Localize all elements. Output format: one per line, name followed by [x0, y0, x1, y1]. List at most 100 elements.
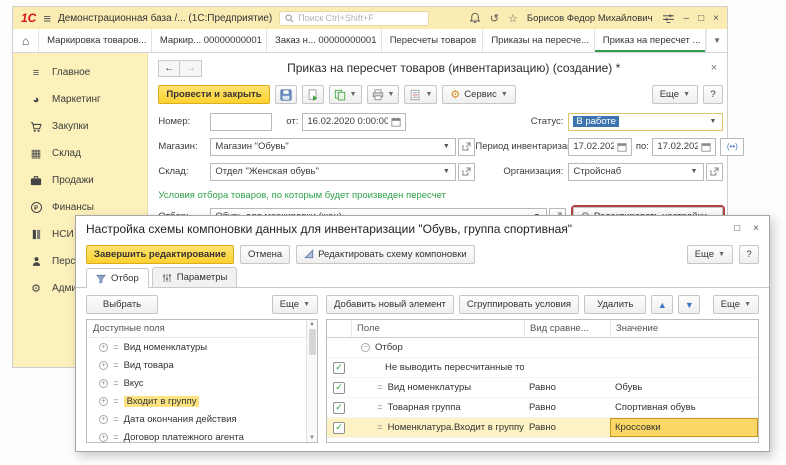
choose-field-button[interactable]: Выбрать: [86, 295, 158, 314]
expand-icon[interactable]: +: [99, 361, 108, 370]
maximize-icon[interactable]: □: [698, 13, 704, 24]
doc-date-field[interactable]: 16.02.2020 0:00:00: [302, 113, 406, 131]
expand-icon[interactable]: +: [99, 379, 108, 388]
chevron-down-icon[interactable]: ▼: [441, 168, 451, 175]
calendar-icon[interactable]: [701, 142, 711, 152]
minimize-icon[interactable]: –: [684, 13, 690, 24]
checkbox-column-header[interactable]: [327, 320, 351, 337]
home-tab[interactable]: ⌂: [13, 29, 39, 52]
condition-value-selected[interactable]: Кроссовки: [610, 418, 758, 437]
period-from-field[interactable]: 17.02.2020: [568, 138, 632, 156]
tree-scrollbar[interactable]: ▲ ▼: [306, 320, 317, 442]
scroll-up-icon[interactable]: ▲: [309, 321, 315, 327]
comparison-column-header[interactable]: Вид сравне...: [524, 320, 610, 337]
tab-prikaz-active[interactable]: Приказ на пересчет ...×: [595, 29, 706, 52]
tree-item-dogovor[interactable]: +=Договор платежного агента: [87, 428, 317, 443]
tab-pereschety[interactable]: Пересчеты товаров×: [382, 29, 484, 52]
table-row-selected[interactable]: ✓ =Номенклатура.Входит в группу Равно Кр…: [327, 418, 758, 438]
number-field[interactable]: [210, 113, 272, 131]
scroll-down-icon[interactable]: ▼: [309, 435, 315, 441]
current-user[interactable]: Борисов Федор Михайлович: [527, 13, 653, 24]
tree-item-vid-tovara[interactable]: +=Вид товара: [87, 356, 317, 374]
sidebar-item-sklad[interactable]: ▦Склад: [13, 140, 147, 167]
dialog-maximize-icon[interactable]: □: [734, 223, 740, 234]
tree-item-vid-nomenklatury[interactable]: +=Вид номенклатуры: [87, 338, 317, 356]
service-menu-button[interactable]: ⚙Сервис▼: [442, 85, 515, 104]
post-and-close-button[interactable]: Провести и закрыть: [158, 85, 269, 104]
value-column-header[interactable]: Значение: [610, 320, 758, 337]
checkbox-checked[interactable]: ✓: [333, 362, 345, 374]
dialog-help-button[interactable]: ?: [739, 245, 759, 264]
tree-item-vhodit-v-gruppu[interactable]: +=Входит в группу: [87, 392, 317, 410]
expand-icon[interactable]: +: [99, 415, 108, 424]
checkbox-checked[interactable]: ✓: [333, 402, 345, 414]
tab-prikazy[interactable]: Приказы на пересче...×: [483, 29, 594, 52]
sidebar-item-marketing[interactable]: ◕Маркетинг: [13, 86, 147, 113]
add-element-button[interactable]: Добавить новый элемент: [326, 295, 454, 314]
tree-item-data-okonchaniya[interactable]: +=Дата окончания действия: [87, 410, 317, 428]
post-document-button[interactable]: [302, 85, 324, 104]
report-button[interactable]: ▼: [404, 85, 437, 104]
store-field[interactable]: Магазин "Обувь" ▼: [210, 138, 456, 156]
store-open-button[interactable]: [458, 138, 475, 156]
sidebar-item-glavnoe[interactable]: ≡Главное: [13, 59, 147, 86]
copy-button[interactable]: ▼: [329, 85, 362, 104]
favorites-star-icon[interactable]: ☆: [508, 12, 518, 25]
expand-icon[interactable]: +: [99, 433, 108, 442]
checkbox-checked[interactable]: ✓: [333, 422, 345, 434]
tab-zakaz[interactable]: Заказ н... 00000000001×: [267, 29, 382, 52]
print-button[interactable]: ▼: [367, 85, 400, 104]
right-more-button[interactable]: Еще▼: [713, 295, 759, 314]
move-down-button[interactable]: ▼: [678, 295, 700, 314]
document-close-icon[interactable]: ×: [705, 62, 723, 74]
collapse-icon[interactable]: −: [361, 343, 370, 352]
table-row[interactable]: ✓ =Товарная группа Равно Спортивная обув…: [327, 398, 758, 418]
history-icon[interactable]: ↺: [490, 12, 499, 25]
tabs-overflow-button[interactable]: ▼: [706, 29, 727, 52]
help-button[interactable]: ?: [703, 85, 723, 104]
group-conditions-button[interactable]: Сгруппировать условия: [459, 295, 579, 314]
tab-otbor[interactable]: Отбор: [86, 268, 149, 288]
cancel-button[interactable]: Отмена: [240, 245, 290, 264]
checkbox-checked[interactable]: ✓: [333, 382, 345, 394]
dialog-close-icon[interactable]: ×: [753, 223, 759, 234]
back-button[interactable]: ←: [158, 60, 180, 77]
field-column-header[interactable]: Поле: [351, 320, 524, 337]
delete-button[interactable]: Удалить: [584, 295, 646, 314]
chevron-down-icon[interactable]: ▼: [689, 168, 699, 175]
tab-markir-doc[interactable]: Маркир... 00000000001×: [152, 29, 267, 52]
save-button[interactable]: [275, 85, 297, 104]
user-settings-icon[interactable]: [662, 14, 675, 23]
more-button[interactable]: Еще▼: [652, 85, 698, 104]
chevron-down-icon[interactable]: ▼: [441, 143, 451, 150]
global-search-input[interactable]: Поиск Ctrl+Shift+F: [279, 11, 429, 26]
move-up-button[interactable]: ▲: [651, 295, 673, 314]
forward-button[interactable]: →: [180, 60, 202, 77]
finish-editing-button[interactable]: Завершить редактирование: [86, 245, 234, 264]
sidebar-item-zakupki[interactable]: Закупки: [13, 113, 147, 140]
expand-icon[interactable]: +: [99, 397, 108, 406]
scroll-thumb[interactable]: [309, 329, 316, 355]
notifications-bell-icon[interactable]: [469, 12, 481, 24]
close-icon[interactable]: ×: [713, 13, 719, 24]
table-row[interactable]: ✓ Не выводить пересчитанные товары данно…: [327, 358, 758, 378]
table-row[interactable]: ✓ =Вид номенклатуры Равно Обувь: [327, 378, 758, 398]
organization-open-button[interactable]: [706, 163, 723, 181]
period-select-button[interactable]: (••): [720, 138, 744, 156]
calendar-icon[interactable]: [617, 142, 627, 152]
chevron-down-icon[interactable]: ▼: [708, 118, 718, 125]
table-group-row[interactable]: −Отбор: [327, 338, 758, 358]
tree-item-vkus[interactable]: +=Вкус: [87, 374, 317, 392]
sidebar-item-prodazhi[interactable]: Продажи: [13, 167, 147, 194]
status-field[interactable]: В работе ▼: [568, 113, 723, 131]
calendar-icon[interactable]: [391, 117, 401, 127]
dialog-more-button[interactable]: Еще▼: [687, 245, 733, 264]
tab-markirovka[interactable]: Маркировка товаров...×: [39, 29, 152, 52]
warehouse-field[interactable]: Отдел "Женская обувь" ▼: [210, 163, 456, 181]
main-menu-icon[interactable]: ≡: [43, 11, 51, 26]
left-more-button[interactable]: Еще▼: [272, 295, 318, 314]
edit-schema-button[interactable]: Редактировать схему компоновки: [296, 245, 475, 264]
tab-parametry[interactable]: Параметры: [152, 267, 238, 287]
expand-icon[interactable]: +: [99, 343, 108, 352]
warehouse-open-button[interactable]: [458, 163, 475, 181]
